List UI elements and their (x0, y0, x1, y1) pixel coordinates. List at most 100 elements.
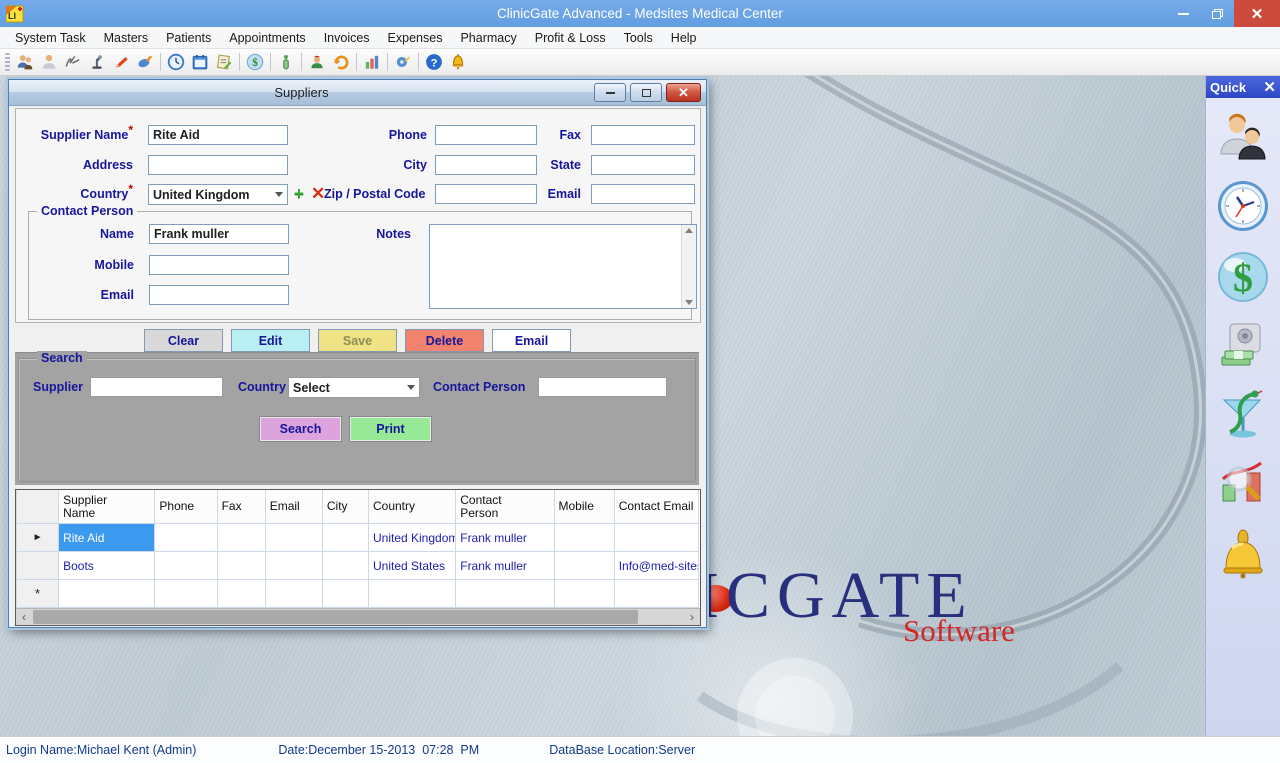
dialog-close-button[interactable]: ✕ (666, 83, 701, 102)
scroll-right-icon[interactable]: › (684, 609, 700, 625)
cell-fax[interactable] (217, 524, 265, 552)
user-holiday-icon[interactable] (305, 51, 329, 73)
quick-appointments-icon[interactable] (1216, 179, 1270, 233)
stats-icon[interactable] (360, 51, 384, 73)
cell-phone[interactable] (155, 524, 217, 552)
notes-scrollbar[interactable] (681, 225, 696, 308)
contact-name-input[interactable] (149, 224, 289, 244)
cell-mobile[interactable] (554, 580, 614, 608)
quick-cash-icon[interactable] (1218, 321, 1268, 371)
cell-phone[interactable] (155, 552, 217, 580)
cell-mobile[interactable] (554, 552, 614, 580)
cell-contact-email[interactable] (614, 580, 698, 608)
cell-fax[interactable] (217, 580, 265, 608)
contact-mobile-input[interactable] (149, 255, 289, 275)
close-button[interactable]: ✕ (1234, 0, 1280, 27)
row-marker[interactable]: ► (17, 524, 59, 552)
scrollbar-thumb[interactable] (33, 610, 638, 624)
cell-email[interactable] (265, 524, 322, 552)
cell-contact-email[interactable] (614, 524, 698, 552)
quick-close-icon[interactable]: ✕ (1263, 80, 1276, 95)
col-country[interactable]: Country (368, 490, 455, 524)
fax-input[interactable] (591, 125, 695, 145)
bell-icon[interactable] (446, 51, 470, 73)
scroll-left-icon[interactable]: ‹ (16, 609, 32, 625)
contact-email-input[interactable] (149, 285, 289, 305)
cell-contact-email[interactable]: Info@med-sites.c (614, 552, 698, 580)
cell-email[interactable] (265, 552, 322, 580)
col-city[interactable]: City (322, 490, 368, 524)
cell-contact-person[interactable] (456, 580, 554, 608)
search-contact-input[interactable] (538, 377, 667, 397)
tools-icon[interactable] (391, 51, 415, 73)
quick-patients-icon[interactable] (1217, 110, 1269, 162)
quick-reports-icon[interactable] (1217, 459, 1269, 511)
supplier-name-input[interactable] (148, 125, 288, 145)
medicine-icon[interactable] (274, 51, 298, 73)
signature-icon[interactable] (61, 51, 85, 73)
menu-help[interactable]: Help (662, 29, 706, 47)
menu-tools[interactable]: Tools (615, 29, 662, 47)
clock-icon[interactable] (164, 51, 188, 73)
restore-button[interactable] (1200, 0, 1234, 27)
undo-icon[interactable] (329, 51, 353, 73)
cell-mobile[interactable] (554, 524, 614, 552)
col-mobile[interactable]: Mobile (554, 490, 614, 524)
cell-country[interactable]: United Kingdom (368, 524, 455, 552)
menu-expenses[interactable]: Expenses (379, 29, 452, 47)
print-button[interactable]: Print (350, 417, 431, 441)
add-country-icon[interactable]: + (294, 184, 304, 204)
pen-icon[interactable] (109, 51, 133, 73)
cell-country[interactable]: United States (368, 552, 455, 580)
cell-contact-person[interactable]: Frank muller (456, 524, 554, 552)
cell-city[interactable] (322, 580, 368, 608)
cell-supplier-name[interactable]: Boots (59, 552, 155, 580)
cell-fax[interactable] (217, 552, 265, 580)
new-row-marker[interactable]: * (17, 580, 59, 608)
calendar-icon[interactable] (188, 51, 212, 73)
col-fax[interactable]: Fax (217, 490, 265, 524)
menu-masters[interactable]: Masters (95, 29, 157, 47)
col-email[interactable]: Email (265, 490, 322, 524)
quick-billing-icon[interactable]: $ (1216, 250, 1270, 304)
search-supplier-input[interactable] (90, 377, 223, 397)
col-contact-person[interactable]: Contact Person (456, 490, 554, 524)
cell-city[interactable] (322, 552, 368, 580)
address-input[interactable] (148, 155, 288, 175)
cell-phone[interactable] (155, 580, 217, 608)
billing-icon[interactable]: $ (243, 51, 267, 73)
row-marker[interactable] (17, 552, 59, 580)
cell-supplier-name[interactable] (59, 580, 155, 608)
email-input[interactable] (591, 184, 695, 204)
menu-system-task[interactable]: System Task (6, 29, 95, 47)
col-phone[interactable]: Phone (155, 490, 217, 524)
dialog-minimize-button[interactable] (594, 83, 626, 102)
patients-icon[interactable] (13, 51, 37, 73)
edit-button[interactable]: Edit (231, 329, 310, 352)
search-country-select[interactable]: Select (288, 377, 420, 398)
paint-icon[interactable] (133, 51, 157, 73)
state-input[interactable] (591, 155, 695, 175)
notes-icon[interactable] (212, 51, 236, 73)
search-button[interactable]: Search (260, 417, 341, 441)
quick-pharmacy-icon[interactable] (1216, 388, 1270, 442)
exam-icon[interactable] (85, 51, 109, 73)
scroll-down-icon[interactable] (685, 300, 693, 305)
patient-icon[interactable] (37, 51, 61, 73)
menu-profit-loss[interactable]: Profit & Loss (526, 29, 615, 47)
menu-invoices[interactable]: Invoices (315, 29, 379, 47)
scroll-up-icon[interactable] (685, 228, 693, 233)
cell-country[interactable] (368, 580, 455, 608)
cell-email[interactable] (265, 580, 322, 608)
email-button[interactable]: Email (492, 329, 571, 352)
quick-reminder-icon[interactable] (1218, 528, 1268, 582)
cell-city[interactable] (322, 524, 368, 552)
help-icon[interactable]: ? (422, 51, 446, 73)
col-contact-email[interactable]: Contact Email (614, 490, 698, 524)
delete-button[interactable]: Delete (405, 329, 484, 352)
save-button[interactable]: Save (318, 329, 397, 352)
menu-patients[interactable]: Patients (157, 29, 220, 47)
menu-pharmacy[interactable]: Pharmacy (451, 29, 525, 47)
dialog-maximize-button[interactable] (630, 83, 662, 102)
horizontal-scrollbar[interactable]: ‹ › (16, 608, 700, 625)
